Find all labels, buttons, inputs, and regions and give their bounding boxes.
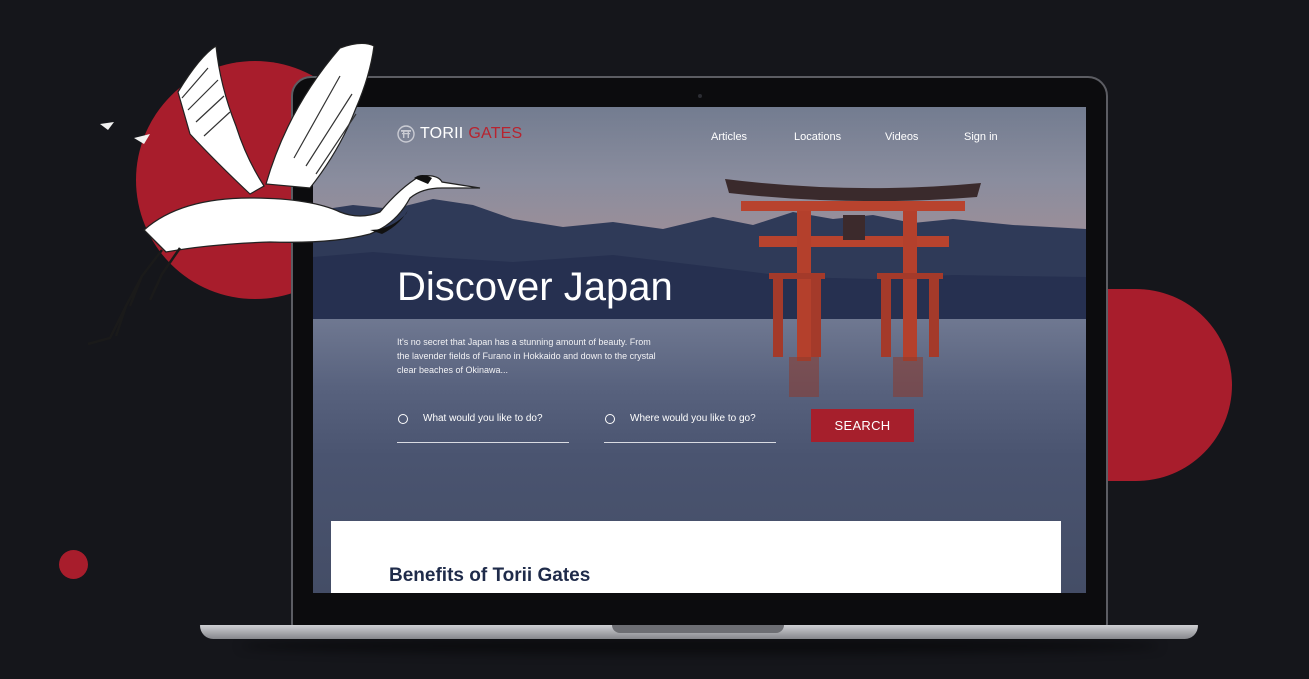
nav-locations[interactable]: Locations — [794, 131, 841, 143]
nav-sign-in[interactable]: Sign in — [964, 131, 998, 143]
destination-field-placeholder: Where would you like to go? — [630, 413, 756, 424]
activity-field-placeholder: What would you like to do? — [423, 413, 543, 424]
nav-articles[interactable]: Articles — [711, 131, 747, 143]
benefits-panel: Benefits of Torii Gates — [331, 521, 1061, 593]
red-small-dot — [59, 550, 88, 579]
crane-illustration — [87, 42, 481, 346]
benefits-title: Benefits of Torii Gates — [389, 565, 591, 586]
camera-icon — [698, 94, 702, 98]
nav-videos[interactable]: Videos — [885, 131, 918, 143]
search-button[interactable]: SEARCH — [811, 409, 914, 442]
radio-icon[interactable] — [605, 414, 615, 424]
activity-field[interactable]: What would you like to do? — [397, 405, 569, 443]
destination-field[interactable]: Where would you like to go? — [604, 405, 776, 443]
laptop-notch — [612, 625, 784, 633]
radio-icon[interactable] — [398, 414, 408, 424]
red-half-circle — [1104, 289, 1232, 481]
promo-stage: TORII GATES Articles Locations Videos Si… — [0, 0, 1309, 679]
laptop-shadow — [240, 638, 1160, 654]
